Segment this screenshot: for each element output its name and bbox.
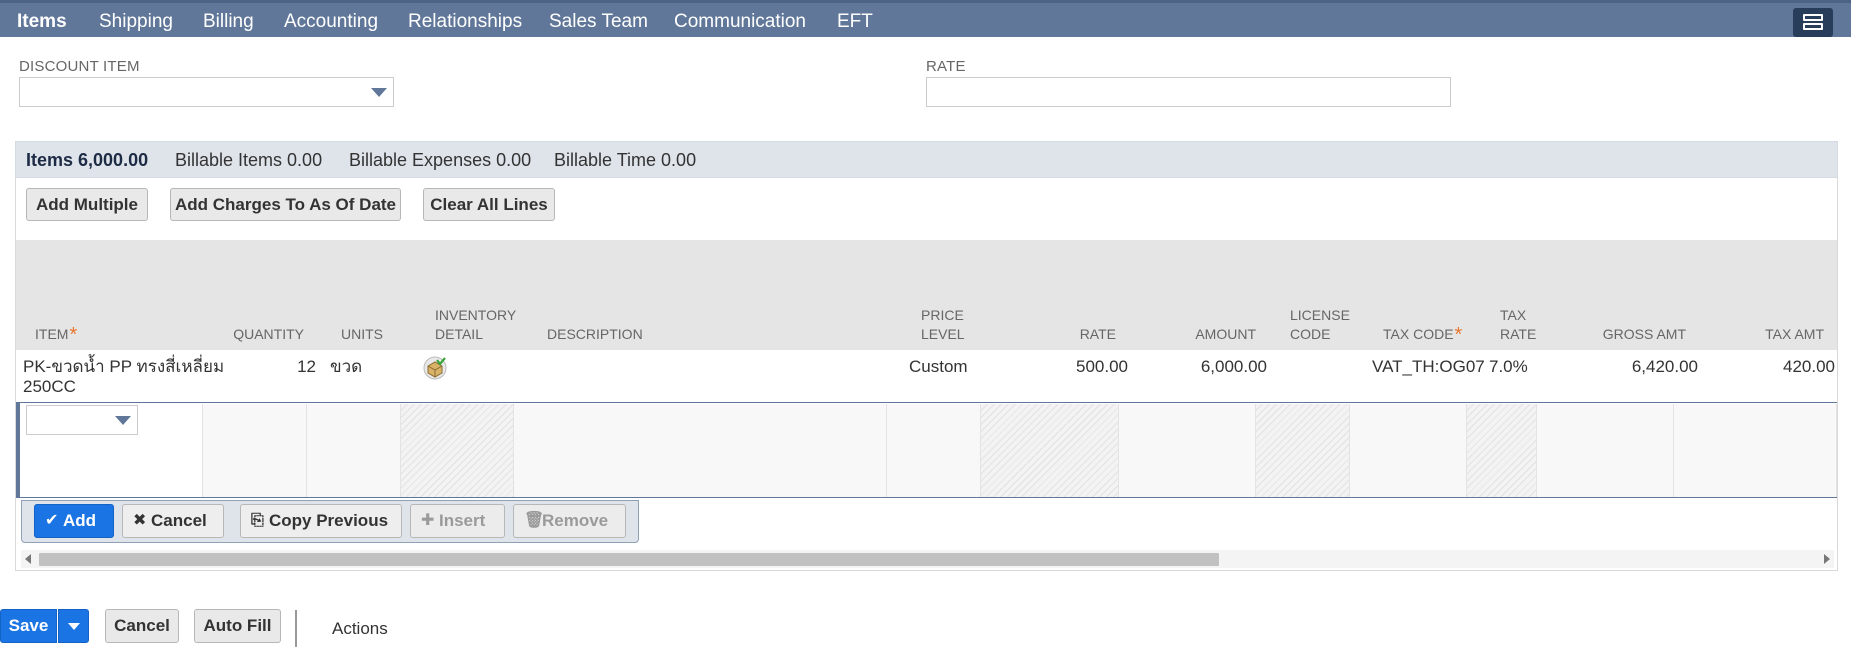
tab-billing[interactable]: Billing [203, 11, 254, 33]
column-header-rate[interactable]: RATE [1016, 325, 1116, 344]
row-item-line2: 250CC [23, 377, 76, 396]
new-line-edit-row [16, 402, 1837, 498]
edit-cell-tax-rate [1467, 404, 1537, 497]
column-header-gross-amt[interactable]: GROSS AMT [1576, 325, 1686, 344]
rate-label: RATE [926, 58, 966, 75]
tab-eft[interactable]: EFT [837, 11, 873, 33]
tab-sales-team[interactable]: Sales Team [549, 11, 648, 33]
column-header-description[interactable]: DESCRIPTION [547, 325, 643, 344]
edit-cell-tax-code[interactable] [1350, 404, 1467, 497]
save-options-button[interactable] [58, 609, 89, 643]
subtab-billable-expenses[interactable]: Billable Expenses 0.00 [349, 150, 531, 171]
column-header-quantity[interactable]: QUANTITY [216, 325, 304, 344]
edit-cell-quantity[interactable] [203, 404, 307, 497]
actions-menu[interactable]: Actions [332, 619, 388, 639]
required-asterisk-icon: * [1454, 324, 1463, 346]
discount-item-select[interactable] [19, 77, 394, 107]
add-line-button[interactable]: ✔ Add [34, 504, 114, 538]
scroll-right-icon[interactable] [1824, 554, 1830, 564]
chevron-down-icon [371, 88, 387, 97]
scrollbar-thumb[interactable] [39, 553, 1219, 566]
column-header-units[interactable]: UNITS [341, 325, 383, 344]
horizontal-scrollbar[interactable] [21, 550, 1834, 568]
edit-cell-units[interactable] [307, 404, 401, 497]
copy-icon: ⎘ [251, 512, 264, 529]
auto-fill-button[interactable]: Auto Fill [194, 609, 281, 643]
trash-icon: 🗑 [524, 512, 545, 529]
cancel-button[interactable]: Cancel [105, 609, 179, 643]
discount-item-label: DISCOUNT ITEM [19, 58, 140, 75]
edit-cell-rate [981, 404, 1119, 497]
insert-line-button[interactable]: ✚ Insert [410, 504, 505, 538]
required-asterisk-icon: * [69, 324, 78, 346]
subtab-billable-items[interactable]: Billable Items 0.00 [175, 150, 322, 171]
items-subtab-strip: Items 6,000.00 Billable Items 0.00 Billa… [15, 141, 1838, 178]
row-amount: 6,000.00 [1200, 357, 1267, 376]
edit-cell-tax-amt[interactable] [1674, 404, 1837, 497]
tab-communication[interactable]: Communication [674, 11, 806, 33]
tab-shipping[interactable]: Shipping [99, 11, 173, 33]
inventory-box-icon[interactable] [423, 356, 447, 380]
record-tab-bar: Items Shipping Billing Accounting Relati… [0, 0, 1851, 40]
rate-input[interactable] [926, 77, 1451, 107]
subtab-items[interactable]: Items 6,000.00 [26, 150, 148, 171]
tab-accounting[interactable]: Accounting [284, 11, 378, 33]
layout-toggle-icon[interactable] [1793, 8, 1833, 37]
column-header-amount[interactable]: AMOUNT [1156, 325, 1256, 344]
chevron-down-icon [115, 416, 131, 425]
row-units: ขวด [330, 357, 363, 376]
subtab-billable-time[interactable]: Billable Time 0.00 [554, 150, 696, 171]
row-tax-amt: 420.00 [1783, 357, 1835, 376]
row-gross-amt: 6,420.00 [1631, 357, 1698, 376]
edit-cell-amount[interactable] [1119, 404, 1256, 497]
remove-line-button[interactable]: 🗑 Remove [513, 504, 626, 538]
row-price-level: Custom [909, 357, 968, 376]
row-tax-code: VAT_TH:OG07 [1372, 357, 1485, 376]
save-button[interactable]: Save [0, 609, 57, 643]
edit-cell-price-level[interactable] [887, 404, 981, 497]
column-header-license-code[interactable]: LICENSE CODE [1290, 306, 1350, 344]
tab-relationships[interactable]: Relationships [408, 11, 522, 33]
edit-cell-description[interactable] [514, 404, 887, 497]
row-tax-rate: 7.0% [1489, 357, 1528, 376]
column-header-tax-code[interactable]: TAX CODE* [1383, 324, 1463, 346]
edit-cell-inventory-detail [401, 404, 514, 497]
column-header-inventory-detail[interactable]: INVENTORY DETAIL [435, 306, 516, 344]
close-icon: ✖ [133, 512, 147, 529]
row-quantity: 12 [297, 357, 316, 376]
edit-cell-license-code [1256, 404, 1350, 497]
copy-previous-button[interactable]: ⎘ Copy Previous [240, 504, 402, 538]
footer-divider [295, 610, 297, 647]
plus-icon: ✚ [421, 512, 435, 529]
clear-all-lines-button[interactable]: Clear All Lines [423, 188, 555, 221]
active-tab-indicator [14, 37, 70, 40]
line-action-bar: ✔ Add ✖ Cancel ⎘ Copy Previous ✚ Insert 🗑 Rem… [21, 500, 639, 543]
scroll-left-icon[interactable] [25, 554, 31, 564]
items-sublist: Add Multiple Add Charges To As Of Date C… [15, 178, 1838, 571]
row-item-line1: PK-ขวดน้ำ PP ทรงสี่เหลี่ยม [23, 357, 225, 376]
column-header-price-level[interactable]: PRICE LEVEL [921, 306, 965, 344]
edit-cell-gross-amt[interactable] [1537, 404, 1674, 497]
chevron-down-icon [68, 623, 80, 630]
add-charges-button[interactable]: Add Charges To As Of Date [170, 188, 401, 221]
column-header-tax-rate[interactable]: TAX RATE [1500, 306, 1536, 344]
column-header-tax-amt[interactable]: TAX AMT [1716, 325, 1824, 344]
add-multiple-button[interactable]: Add Multiple [26, 188, 148, 221]
row-rate: 500.00 [1076, 357, 1128, 376]
cancel-line-button[interactable]: ✖ Cancel [122, 504, 224, 538]
column-header-item[interactable]: ITEM* [35, 324, 78, 346]
item-select[interactable] [26, 405, 138, 435]
tab-items[interactable]: Items [17, 11, 67, 33]
check-icon: ✔ [45, 512, 59, 529]
